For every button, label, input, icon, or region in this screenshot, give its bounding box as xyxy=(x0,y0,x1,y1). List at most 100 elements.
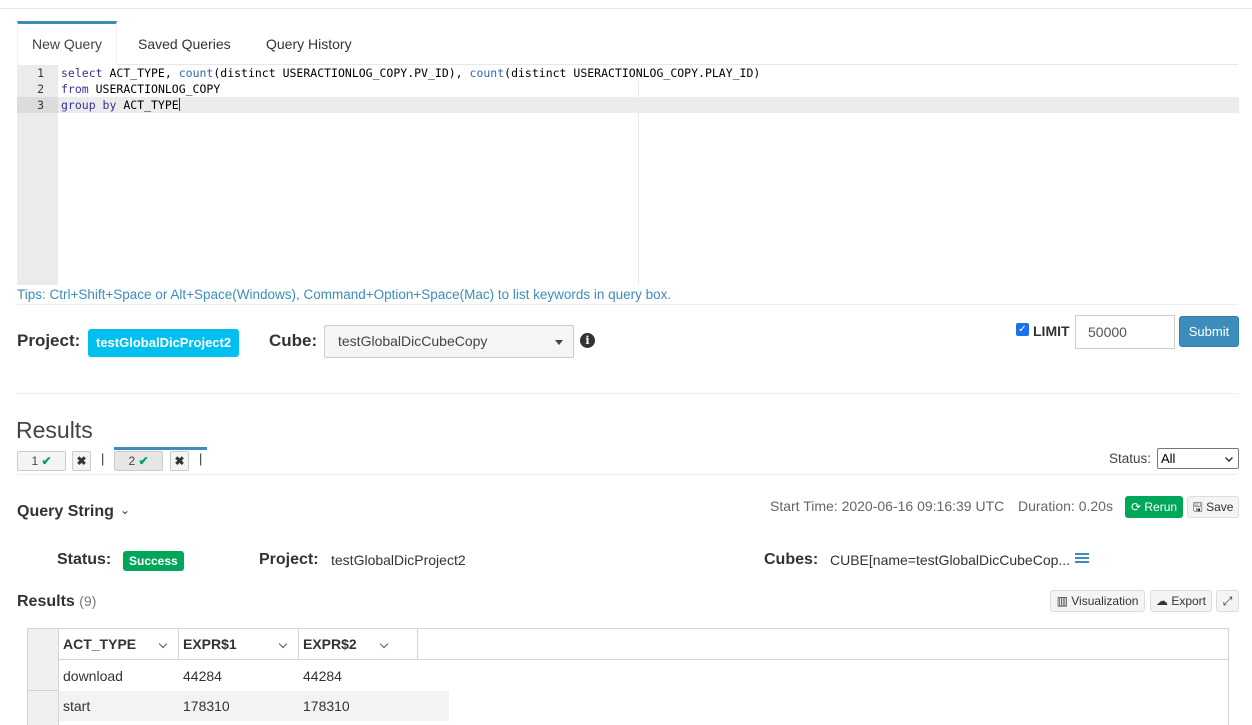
text-caret xyxy=(178,98,180,111)
status-filter-label: Status: xyxy=(1109,451,1152,466)
project-label: Project: xyxy=(17,331,81,350)
code-line[interactable]: select ACT_TYPE, count(distinct USERACTI… xyxy=(61,65,1239,81)
limit-label: LIMIT xyxy=(1033,323,1070,339)
rerun-label: Rerun xyxy=(1144,500,1178,514)
column-header-act-type[interactable]: ACT_TYPE xyxy=(59,629,179,660)
column-header-expr2[interactable]: EXPR$2 xyxy=(299,629,418,660)
tab-separator: | xyxy=(101,451,105,466)
line-number: 2 xyxy=(37,82,44,96)
limit-checkbox[interactable]: ✓ xyxy=(1016,323,1029,336)
sql-keyword: select xyxy=(61,66,103,80)
cube-select-value: testGlobalDicCubeCopy xyxy=(338,333,488,349)
table-cell: 178310 xyxy=(183,698,230,714)
top-divider xyxy=(0,8,1252,9)
query-tabs: New Query Saved Queries Query History xyxy=(17,21,1238,65)
results-count: (9) xyxy=(79,593,97,609)
tab-separator: | xyxy=(199,451,203,466)
code-text: (distinct USERACTIONLOG_COPY.PV_ID), xyxy=(213,66,470,80)
save-button[interactable]: 🖫 Save xyxy=(1187,496,1239,518)
sql-keyword: from xyxy=(61,82,89,96)
chevron-down-icon xyxy=(555,340,563,345)
cubes-label: Cubes: xyxy=(764,551,819,568)
sql-editor[interactable]: 1 2 3 select ACT_TYPE, count(distinct US… xyxy=(17,65,1239,285)
table-cell: 44284 xyxy=(183,668,222,684)
project-info-label: Project: xyxy=(259,551,319,568)
chevron-down-icon[interactable] xyxy=(158,639,168,649)
export-button[interactable]: ☁ Export xyxy=(1150,590,1212,612)
submit-button[interactable]: Submit xyxy=(1179,316,1239,347)
start-time: Start Time: 2020-06-16 09:16:39 UTC xyxy=(770,498,1005,514)
status-filter-select[interactable]: All xyxy=(1157,448,1239,469)
results-grid: ACT_TYPE EXPR$1 EXPR$2 download 44284 44… xyxy=(27,628,1229,725)
line-number: 3 xyxy=(17,97,58,113)
chevron-down-icon[interactable] xyxy=(379,639,389,649)
status-badge: Success xyxy=(123,551,184,571)
code-text: USERACTIONLOG_COPY xyxy=(88,82,221,96)
chevron-down-icon[interactable] xyxy=(278,639,288,649)
results-section-title: Results (9) xyxy=(17,593,96,611)
bar-chart-icon: ▥ xyxy=(1056,594,1068,608)
results-heading: Results xyxy=(16,417,93,443)
chevron-down-icon[interactable]: ⌄ xyxy=(120,503,130,517)
close-result-tab-1-button[interactable]: ✖ xyxy=(72,451,91,471)
column-header-expr1[interactable]: EXPR$1 xyxy=(179,629,299,660)
code-area[interactable]: select ACT_TYPE, count(distinct USERACTI… xyxy=(58,65,1239,113)
code-text: ACT_TYPE xyxy=(116,98,179,112)
table-cell: 44284 xyxy=(303,668,342,684)
visualization-label: Visualization xyxy=(1071,594,1139,608)
check-icon: ✔ xyxy=(41,454,52,468)
tab-new-query[interactable]: New Query xyxy=(17,21,117,65)
check-icon: ✔ xyxy=(138,454,149,468)
code-text: ACT_TYPE, xyxy=(102,66,179,80)
project-badge: testGlobalDicProject2 xyxy=(88,329,240,357)
sql-keyword: group by xyxy=(61,98,117,112)
row-header[interactable] xyxy=(28,691,59,725)
query-string-toggle[interactable]: Query String xyxy=(17,503,114,521)
close-result-tab-2-button[interactable]: ✖ xyxy=(170,451,189,471)
floppy-disk-icon: 🖫 xyxy=(1192,500,1203,514)
export-label: Export xyxy=(1171,594,1207,608)
table-cell: 178310 xyxy=(303,698,350,714)
cube-label: Cube: xyxy=(269,331,318,350)
line-number: 1 xyxy=(37,66,44,80)
table-row[interactable]: download 44284 44284 xyxy=(59,661,449,691)
code-line[interactable]: from USERACTIONLOG_COPY xyxy=(61,81,1239,97)
cloud-download-icon: ☁ xyxy=(1155,594,1168,608)
column-header-label: ACT_TYPE xyxy=(63,636,137,652)
code-line[interactable]: group by ACT_TYPE xyxy=(58,97,1239,113)
table-cell: download xyxy=(63,668,123,684)
grid-header: ACT_TYPE EXPR$1 EXPR$2 xyxy=(28,629,1228,660)
table-row[interactable]: start 178310 178310 xyxy=(59,691,449,721)
code-text: (distinct USERACTIONLOG_COPY.PLAY_ID) xyxy=(504,66,761,80)
sql-function: count xyxy=(178,66,214,80)
save-label: Save xyxy=(1206,500,1234,514)
limit-input[interactable]: 50000 xyxy=(1075,315,1175,349)
column-header-label: EXPR$2 xyxy=(303,636,357,652)
tab-query-history[interactable]: Query History xyxy=(266,21,352,65)
editor-tips: Tips: Ctrl+Shift+Space or Alt+Space(Wind… xyxy=(17,287,672,302)
refresh-icon: ⟳ xyxy=(1130,500,1142,514)
results-section-label: Results xyxy=(17,593,75,610)
row-header[interactable] xyxy=(28,660,59,691)
result-tab-2[interactable]: 2 ✔ xyxy=(114,451,163,471)
divider xyxy=(17,304,1238,305)
divider xyxy=(17,474,1238,475)
info-circle-icon[interactable]: i xyxy=(580,333,595,348)
expand-button[interactable]: ⤢ xyxy=(1216,590,1239,612)
column-header-label: EXPR$1 xyxy=(183,636,237,652)
rerun-button[interactable]: ⟳ Rerun xyxy=(1125,496,1183,518)
chevron-down-icon xyxy=(1225,454,1233,462)
list-icon[interactable] xyxy=(1075,553,1089,566)
project-info-value: testGlobalDicProject2 xyxy=(331,552,466,568)
cube-select[interactable]: testGlobalDicCubeCopy xyxy=(324,325,574,358)
active-tab-indicator xyxy=(114,447,207,450)
visualization-button[interactable]: ▥ Visualization xyxy=(1050,590,1145,612)
duration: Duration: 0.20s xyxy=(1018,498,1113,514)
status-label: Status: xyxy=(57,551,112,568)
sql-function: count xyxy=(469,66,505,80)
tab-saved-queries[interactable]: Saved Queries xyxy=(138,21,231,65)
result-tab-1[interactable]: 1 ✔ xyxy=(17,451,66,471)
table-cell: start xyxy=(63,698,91,714)
grid-corner xyxy=(28,629,59,660)
expand-icon: ⤢ xyxy=(1222,594,1233,608)
